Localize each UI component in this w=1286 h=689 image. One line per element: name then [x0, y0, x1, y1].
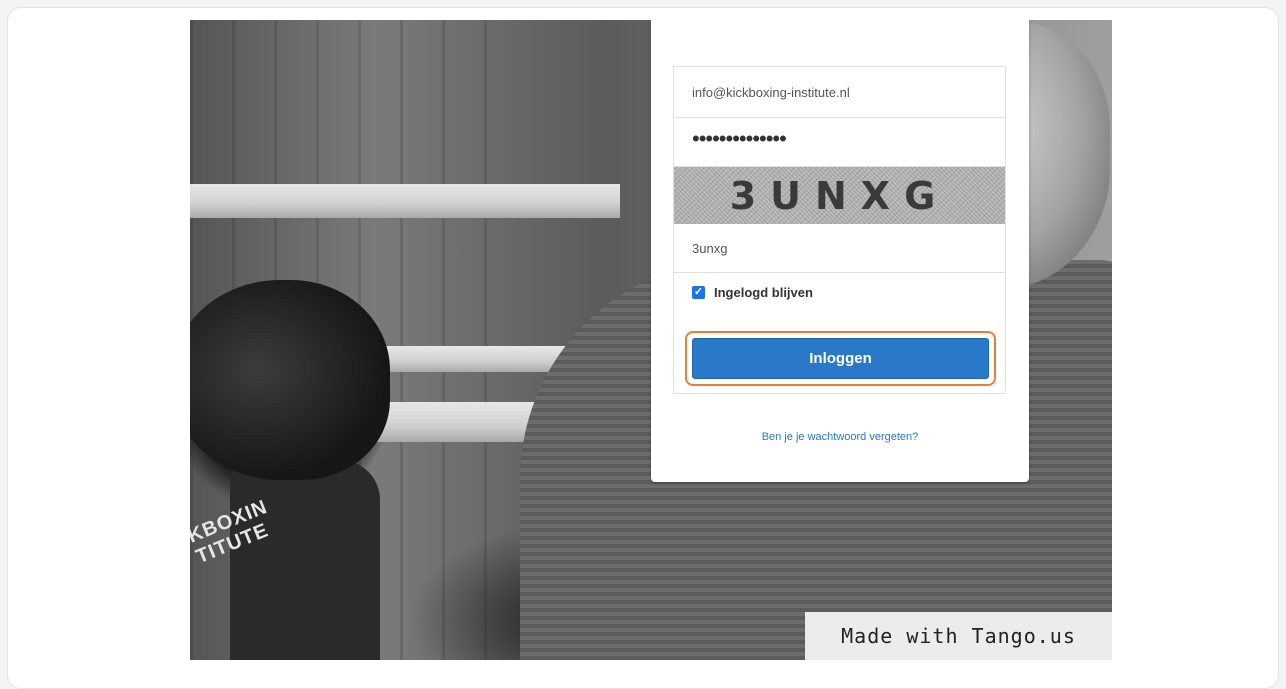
captcha-input-value: 3unxg	[692, 240, 728, 256]
password-field[interactable]: ••••••••••••••	[674, 118, 1005, 167]
forgot-password-link[interactable]: Ben je je wachtwoord vergeten?	[651, 431, 1029, 443]
captcha-text: 3UNXG	[729, 173, 950, 218]
remember-me[interactable]: ✓ Ingelogd blijven	[692, 285, 813, 300]
boxing-glove	[190, 280, 390, 480]
background-photo: KBOXIN TITUTE info@kickboxing-institute.n…	[190, 20, 1112, 660]
tango-watermark: Made with Tango.us	[805, 612, 1112, 660]
fighter-shirt	[230, 460, 380, 660]
login-button-label: Inloggen	[809, 350, 872, 367]
email-value: info@kickboxing-institute.nl	[692, 84, 850, 100]
watermark-text: Made with Tango.us	[841, 624, 1076, 648]
highlight-outline: Inloggen	[685, 331, 996, 386]
remember-checkbox[interactable]: ✓	[692, 286, 705, 299]
ring-rope	[190, 184, 620, 218]
remember-label: Ingelogd blijven	[714, 285, 813, 300]
login-card: info@kickboxing-institute.nl •••••••••••…	[651, 20, 1029, 482]
captcha-image: 3UNXG	[674, 167, 1005, 224]
captcha-input[interactable]: 3unxg	[674, 224, 1005, 273]
email-field[interactable]: info@kickboxing-institute.nl	[674, 67, 1005, 118]
login-button[interactable]: Inloggen	[692, 338, 989, 379]
password-mask: ••••••••••••••	[692, 126, 787, 151]
login-form: info@kickboxing-institute.nl •••••••••••…	[673, 66, 1006, 394]
